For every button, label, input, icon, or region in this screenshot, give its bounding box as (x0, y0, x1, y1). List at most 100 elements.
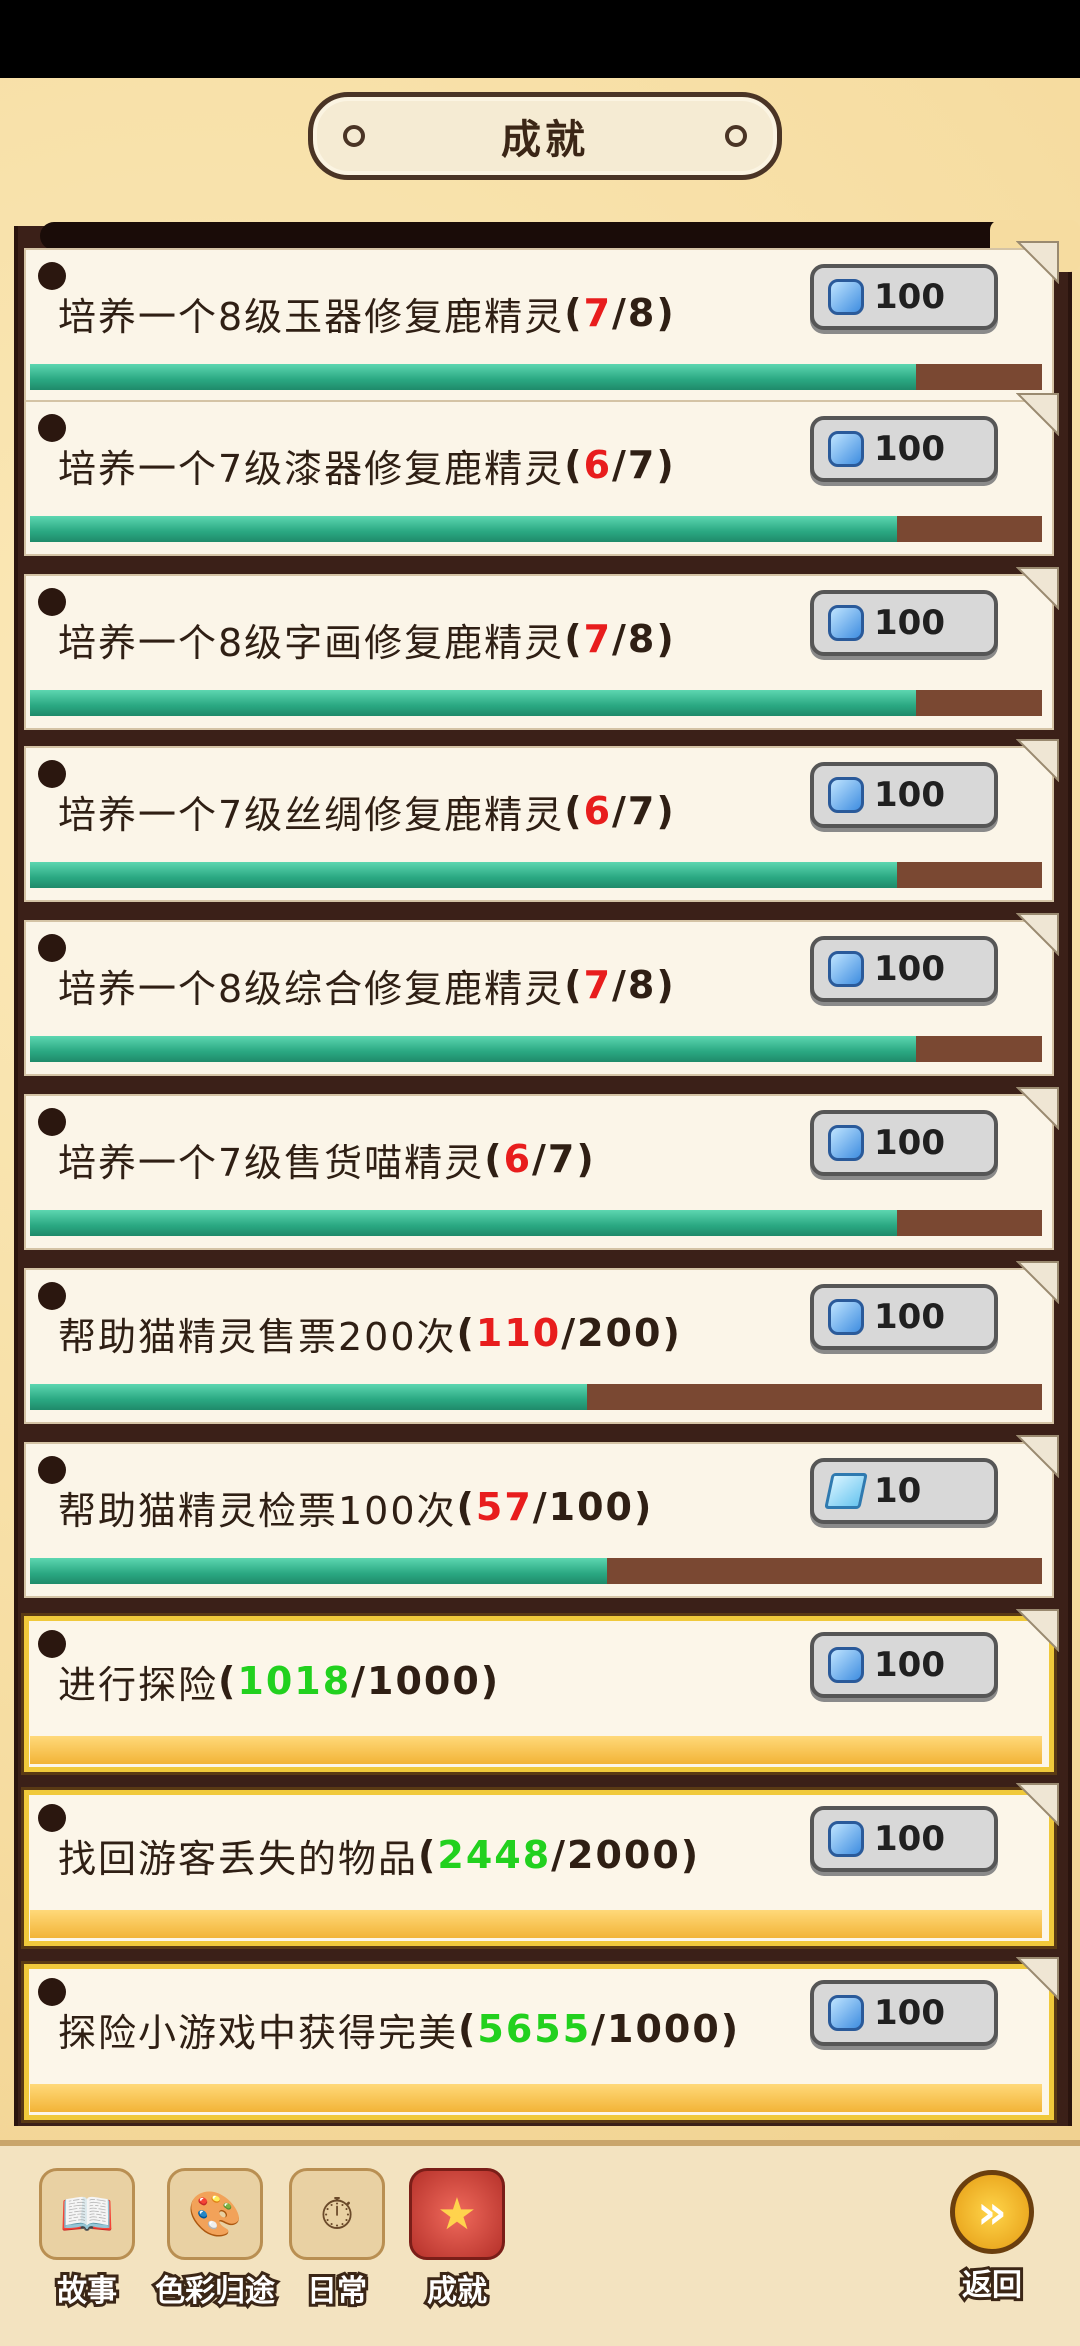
gem-icon (828, 1299, 864, 1335)
plaque-rivet-icon (725, 125, 747, 147)
progress-current: 5655 (477, 2007, 592, 2051)
progress-open: ( (564, 963, 584, 1007)
claim-reward-button[interactable]: 100 (810, 416, 998, 482)
progress-fill (30, 2084, 1042, 2112)
achievement-label: 培养一个7级售货喵精灵(6/7) (58, 1094, 596, 1224)
progress-fill (30, 1036, 916, 1062)
progress-fill (30, 1558, 607, 1584)
progress-open: ( (218, 1659, 238, 1703)
gem-icon (828, 1647, 864, 1683)
achievement-label: 培养一个7级丝绸修复鹿精灵(6/7) (58, 746, 676, 876)
page-fold-icon (1016, 1783, 1059, 1826)
progress-open: ( (564, 443, 584, 487)
clock-icon: ⏱ (289, 2168, 385, 2260)
progress-fill (30, 1210, 898, 1236)
page-fold-icon (1016, 913, 1059, 956)
ticket-icon (824, 1473, 868, 1509)
progress-bar (30, 1210, 1042, 1236)
achievement-text: 培养一个7级漆器修复鹿精灵 (58, 446, 565, 491)
palette-icon: 🎨 (167, 2168, 263, 2260)
progress-bar (30, 690, 1042, 716)
back-button[interactable]: » 返回 (942, 2170, 1042, 2320)
progress-open: ( (564, 789, 584, 833)
achievement-text: 培养一个7级售货喵精灵 (58, 1140, 485, 1185)
claim-reward-button[interactable]: 100 (810, 1980, 998, 2046)
progress-close: ) (662, 1311, 682, 1355)
nav-color-return[interactable]: 🎨 色彩归途 (152, 2168, 278, 2318)
progress-close: ) (720, 2007, 741, 2051)
progress-open: ( (458, 2007, 478, 2051)
achievement-label: 进行探险(1018/1000) (58, 1616, 500, 1746)
progress-target: /7 (612, 443, 657, 487)
achievement-text: 帮助猫精灵售票200次 (58, 1314, 457, 1359)
nav-label: 色彩归途 (152, 2271, 278, 2312)
progress-bar (30, 2084, 1042, 2112)
achievement-card: 探险小游戏中获得完美(5655/1000) 100 (24, 1957, 1059, 2120)
page-fold-icon (1016, 739, 1059, 782)
gem-icon (828, 605, 864, 641)
page-fold-icon (1016, 1261, 1059, 1304)
progress-fill (30, 516, 898, 542)
status-bar (0, 0, 1080, 78)
progress-close: ) (634, 1485, 654, 1529)
reward-amount: 100 (874, 1297, 945, 1337)
progress-bar (30, 1910, 1042, 1938)
achievement-card: 培养一个7级售货喵精灵(6/7) 100 (24, 1087, 1059, 1250)
progress-current: 57 (475, 1485, 533, 1529)
progress-open: ( (564, 291, 584, 335)
gem-icon (828, 431, 864, 467)
claim-reward-button[interactable]: 100 (810, 1806, 998, 1872)
claim-reward-button[interactable]: 100 (810, 1632, 998, 1698)
progress-current: 110 (475, 1311, 562, 1355)
gem-icon (828, 1821, 864, 1857)
claim-reward-button[interactable]: 100 (810, 264, 998, 330)
reward-amount: 100 (874, 277, 945, 317)
claim-reward-button[interactable]: 100 (810, 1110, 998, 1176)
scroll-roller (40, 222, 1060, 250)
progress-close: ) (656, 789, 676, 833)
achievement-text: 培养一个8级玉器修复鹿精灵 (58, 294, 565, 339)
progress-current: 6 (583, 789, 613, 833)
claim-reward-button[interactable]: 100 (810, 1284, 998, 1350)
progress-fill (30, 1736, 1042, 1764)
progress-fill (30, 690, 916, 716)
achievement-text: 探险小游戏中获得完美 (58, 2010, 459, 2055)
nav-label: 成就 (424, 2271, 490, 2312)
nav-achievement[interactable]: ★ 成就 (402, 2168, 512, 2318)
achievement-card: 培养一个8级综合修复鹿精灵(7/8) 100 (24, 913, 1059, 1076)
nav-label: 故事 (54, 2271, 120, 2312)
progress-fill (30, 1384, 587, 1410)
claim-reward-button[interactable]: 100 (810, 936, 998, 1002)
achievement-text: 找回游客丢失的物品 (58, 1836, 419, 1881)
page-title: 成就 (501, 117, 589, 163)
reward-amount: 100 (874, 1993, 945, 2033)
reward-amount: 100 (874, 429, 945, 469)
gem-icon (828, 951, 864, 987)
nav-story[interactable]: 📖 故事 (32, 2168, 142, 2318)
claim-reward-button[interactable]: 10 (810, 1458, 998, 1524)
achievement-card: 进行探险(1018/1000) 100 (24, 1609, 1059, 1772)
page-fold-icon (1016, 1087, 1059, 1130)
achievement-card: 帮助猫精灵检票100次(57/100) 10 (24, 1435, 1059, 1598)
reward-amount: 100 (874, 603, 945, 643)
page-fold-icon (1016, 241, 1059, 284)
progress-close: ) (656, 963, 676, 1007)
nav-daily[interactable]: ⏱ 日常 (282, 2168, 392, 2318)
achievement-label: 培养一个8级综合修复鹿精灵(7/8) (58, 920, 676, 1050)
nav-label: 日常 (304, 2271, 370, 2312)
achievement-text: 培养一个7级丝绸修复鹿精灵 (58, 792, 565, 837)
claim-reward-button[interactable]: 100 (810, 762, 998, 828)
progress-open: ( (564, 617, 584, 661)
gem-icon (828, 279, 864, 315)
progress-current: 6 (503, 1137, 533, 1181)
progress-bar (30, 516, 1042, 542)
achievement-label: 找回游客丢失的物品(2448/2000) (58, 1790, 700, 1920)
progress-target: /8 (612, 291, 657, 335)
progress-close: ) (656, 617, 676, 661)
reward-amount: 100 (874, 1645, 945, 1685)
achievement-text: 帮助猫精灵检票100次 (58, 1488, 457, 1533)
page-fold-icon (1016, 1609, 1059, 1652)
claim-reward-button[interactable]: 100 (810, 590, 998, 656)
page-fold-icon (1016, 1957, 1059, 2000)
progress-target: /8 (612, 963, 657, 1007)
